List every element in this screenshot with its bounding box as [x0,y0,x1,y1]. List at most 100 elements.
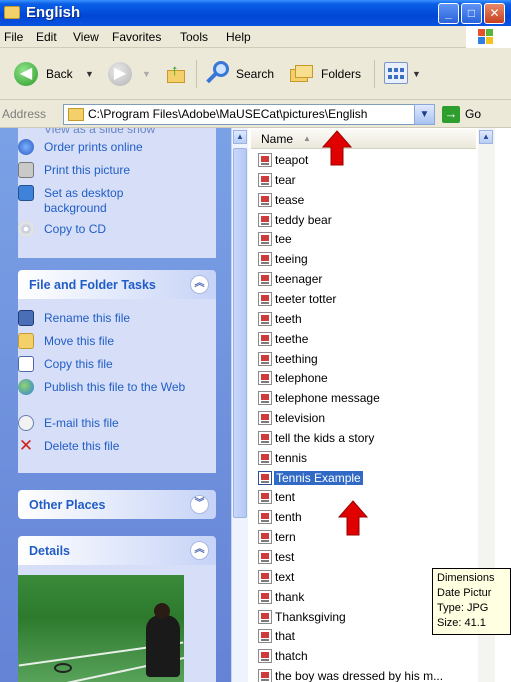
menu-file[interactable]: File [4,30,23,44]
scroll-up-icon[interactable]: ▲ [233,130,247,144]
other-places-header[interactable]: Other Places ︾ [18,490,216,519]
menu-view[interactable]: View [73,30,99,44]
image-file-icon [258,470,272,485]
folders-button-label[interactable]: Folders [321,67,361,81]
forward-dropdown-icon[interactable]: ▼ [142,69,151,79]
image-file-icon [258,530,272,545]
toolbar: ◀ Back ▼ ▶ ▼ ↑ Search Folders ▼ [0,48,511,100]
picture-thumbnail [18,575,184,682]
rename-icon [18,310,34,326]
collapse-chevron-icon[interactable]: ︽ [190,541,209,560]
views-icon[interactable] [384,62,408,84]
image-file-icon [258,252,272,267]
folder-icon [68,108,84,121]
name-column-header[interactable]: Name ▲ [251,129,476,149]
file-name: teddy bear [275,212,332,227]
image-file-icon [258,550,272,564]
back-arrow-icon[interactable]: ◀ [14,62,38,86]
file-list-item[interactable]: teeing [256,250,476,269]
forward-arrow-icon[interactable]: ▶ [108,62,132,86]
file-name: tern [275,530,296,545]
printer-icon [18,162,34,178]
file-list-item[interactable]: teethe [256,330,476,349]
file-name: tear [275,172,296,187]
image-file-icon [258,649,272,664]
address-dropdown-button[interactable]: ▼ [414,104,435,125]
close-button[interactable]: ✕ [484,3,505,24]
folder-icon [4,6,20,19]
file-list-item[interactable]: test [256,548,476,567]
image-file-icon [258,291,272,306]
file-name: teeth [275,311,302,326]
file-name: tee [275,232,292,247]
file-list-item[interactable]: thatch [256,647,476,666]
search-icon[interactable] [205,61,231,85]
details-title: Details [29,544,70,558]
go-button-label[interactable]: Go [465,107,481,121]
file-name: that [275,629,296,644]
file-info-tooltip: Dimensions Date Pictur Type: JPG Size: 4… [432,568,511,635]
collapse-chevron-icon[interactable]: ︽ [190,275,209,294]
windows-logo [466,26,511,48]
file-list-item[interactable]: television [256,409,476,428]
file-name: text [275,569,295,584]
other-places-title: Other Places [29,498,106,512]
go-arrow-icon[interactable]: → [442,106,460,123]
address-bar: Address C:\Program Files\Adobe\MaUSECat\… [0,100,511,128]
file-name: thatch [275,649,308,664]
file-list-item[interactable]: teeter totter [256,290,476,309]
minimize-button[interactable]: _ [438,3,459,24]
back-button-label[interactable]: Back [46,67,73,81]
file-list-item[interactable]: teeth [256,310,476,329]
menu-help[interactable]: Help [226,30,251,44]
file-list-item[interactable]: tell the kids a story [256,429,476,448]
file-list-item[interactable]: tear [256,171,476,190]
image-file-icon [258,391,272,406]
file-name: teeter totter [275,291,337,306]
address-path[interactable]: C:\Program Files\Adobe\MaUSECat\pictures… [88,107,367,121]
file-list-item[interactable]: tease [256,191,476,210]
file-name: Thanksgiving [275,609,346,624]
file-list-item[interactable]: teething [256,350,476,369]
file-list-item[interactable]: teapot [256,151,476,170]
image-file-icon [258,490,272,505]
task-pane: View as a slide show Order prints online… [0,128,231,682]
file-folder-tasks-header[interactable]: File and Folder Tasks ︽ [18,270,216,299]
file-list-item[interactable]: the boy was dressed by his m... [256,667,476,682]
file-list-item[interactable]: teddy bear [256,211,476,230]
image-file-icon [258,232,272,247]
menu-favorites[interactable]: Favorites [112,30,161,44]
folders-icon[interactable] [290,63,314,83]
scrollbar-thumb[interactable] [233,148,247,518]
menu-tools[interactable]: Tools [180,30,208,44]
file-list-item[interactable]: telephone [256,369,476,388]
file-name: the boy was dressed by his m... [275,669,444,682]
window-title: English [26,4,81,21]
address-input[interactable]: C:\Program Files\Adobe\MaUSECat\pictures… [63,104,435,125]
maximize-button[interactable]: □ [461,3,482,24]
menu-bar: File Edit View Favorites Tools Help [0,26,511,48]
task-pane-scrollbar[interactable]: ▲ [231,128,248,682]
order-prints-icon [18,139,34,155]
image-file-icon [258,609,272,624]
file-list-item[interactable]: telephone message [256,389,476,408]
file-name: teethe [275,331,309,346]
scroll-up-icon[interactable]: ▲ [479,130,493,144]
file-list-item[interactable]: teenager [256,270,476,289]
file-list-item[interactable]: tennis [256,449,476,468]
title-bar[interactable]: English _ □ ✕ [0,0,511,26]
file-name: telephone message [275,391,380,406]
details-header[interactable]: Details ︽ [18,536,216,565]
back-dropdown-icon[interactable]: ▼ [85,69,94,79]
expand-chevron-icon[interactable]: ︾ [190,495,209,514]
image-file-icon [258,510,272,525]
toolbar-separator [374,60,375,88]
menu-edit[interactable]: Edit [36,30,57,44]
folder-up-icon[interactable]: ↑ [165,62,187,84]
views-dropdown-icon[interactable]: ▼ [412,69,421,79]
file-name: tent [275,490,296,505]
file-list-item[interactable]: tee [256,230,476,249]
toolbar-separator [196,60,197,88]
file-list-item[interactable]: Tennis Example [256,469,476,488]
search-button-label[interactable]: Search [236,67,274,81]
